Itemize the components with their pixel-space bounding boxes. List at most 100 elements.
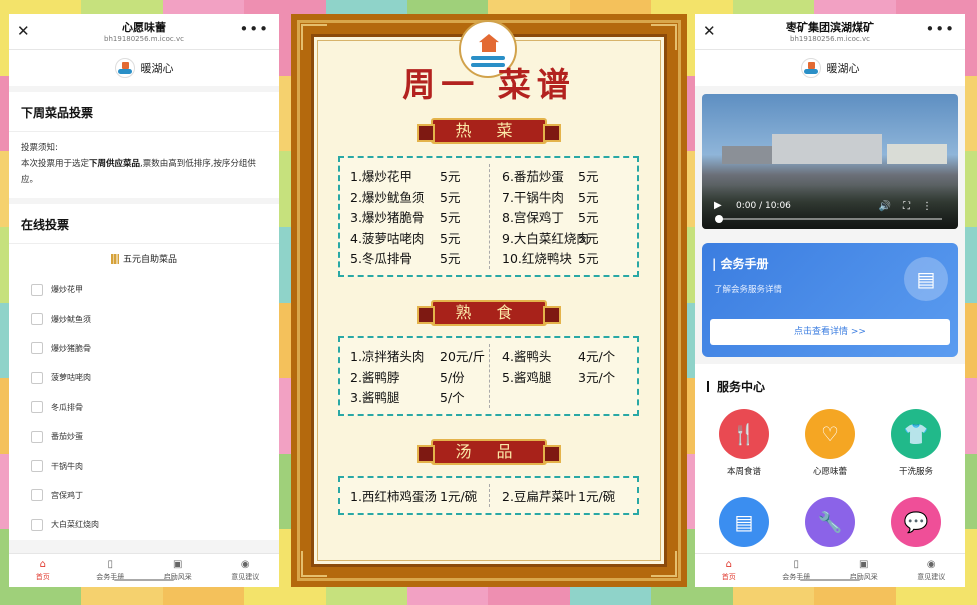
checkbox[interactable] bbox=[31, 342, 43, 355]
tab-0[interactable]: ⌂ 首页 bbox=[9, 554, 77, 587]
tab-icon: ▯ bbox=[107, 558, 113, 570]
vote-option[interactable]: 爆炒花甲 bbox=[9, 275, 279, 304]
section-banner: 汤 品 bbox=[417, 439, 561, 465]
dish-name: 2.酱鸭脖 bbox=[350, 369, 400, 385]
tab-3[interactable]: ◉ 意见建议 bbox=[898, 554, 966, 587]
dish-item: 7.干锅牛肉 5元 bbox=[502, 187, 598, 206]
notice-text: 本次投票用于选定下周供应菜品,票数由高到低排序,按序分组供应。 bbox=[21, 159, 256, 185]
dish-name: 6.番茄炒蛋 bbox=[502, 169, 564, 184]
right-top-bar: ✕ 枣矿集团滨湖煤矿 bh19180256.m.icoc.vc ••• bbox=[695, 14, 965, 50]
more-icon[interactable]: ••• bbox=[925, 21, 955, 37]
handbook-title: | 会务手册 bbox=[712, 257, 769, 271]
dish-item: 3.爆炒猪脆骨 5元 bbox=[350, 207, 460, 226]
dish-item: 10.红烧鸭块 5元 bbox=[502, 248, 598, 267]
vote-option[interactable]: 菠萝咕咾肉 bbox=[9, 363, 279, 392]
checkbox[interactable] bbox=[31, 460, 43, 473]
tab-icon: ▣ bbox=[173, 558, 183, 570]
video-progress-bar[interactable] bbox=[715, 215, 942, 223]
dish-name: 5.冬瓜排骨 bbox=[350, 251, 412, 266]
vote-notice: 投票须知: 本次投票用于选定下周供应菜品,票数由高到低排序,按序分组供应。 bbox=[9, 131, 279, 198]
tab-icon: ◉ bbox=[240, 558, 250, 570]
dish-item: 5.酱鸡腿 3元/个 bbox=[502, 367, 615, 386]
dish-price: 5元 bbox=[578, 230, 599, 246]
video-control-icons[interactable]: 🔊⛶⋮ bbox=[879, 201, 944, 212]
service-item[interactable]: ♡ 心愿味蕾 bbox=[787, 409, 873, 487]
service-icon: ♡ bbox=[805, 409, 855, 459]
brand-logo-icon bbox=[114, 58, 135, 78]
section-box: 1.凉拌猪头肉 20元/斤 2.酱鸭脖 5/份 3.酱鸭腿 5/个 4.酱鸭头 4元/个 5.酱… bbox=[338, 336, 639, 416]
dish-item: 5.冬瓜排骨 5元 bbox=[350, 248, 460, 267]
service-item[interactable]: 🍴 本周食谱 bbox=[701, 409, 787, 487]
left-tab-bar: ⌂ 首页 ▯ 会务手册 ▣ 启励风采 ◉ 意见建议 bbox=[9, 553, 279, 587]
dish-price: 5元 bbox=[578, 189, 599, 205]
dish-price: 5元 bbox=[440, 230, 461, 246]
more-icon[interactable]: ••• bbox=[239, 21, 269, 37]
dish-item: 1.凉拌猪头肉 20元/斤 bbox=[350, 346, 485, 365]
dish-name: 2.豆扁芹菜叶 bbox=[502, 489, 577, 504]
dish-item: 2.酱鸭脖 5/份 bbox=[350, 367, 465, 386]
section-banner: 熟 食 bbox=[417, 300, 561, 326]
section-title: 下周菜品投票 bbox=[21, 106, 94, 120]
home-indicator bbox=[114, 579, 174, 581]
vote-title: 在线投票 bbox=[9, 204, 279, 244]
notice-label: 投票须知: bbox=[21, 143, 58, 153]
dish-name: 9.大白菜红烧肉 bbox=[502, 230, 589, 246]
tab-3[interactable]: ◉ 意见建议 bbox=[212, 554, 280, 587]
checkbox[interactable] bbox=[31, 489, 43, 502]
tab-2[interactable]: ▣ 启励风采 bbox=[144, 554, 212, 587]
vote-option[interactable]: 番茄炒蛋 bbox=[9, 422, 279, 451]
vote-option[interactable]: 大白菜红烧肉 bbox=[9, 510, 279, 539]
service-item[interactable]: 👕 干洗服务 bbox=[873, 409, 959, 487]
vote-info-card: 下周菜品投票 投票须知: 本次投票用于选定下周供应菜品,票数由高到低排序,按序分… bbox=[9, 92, 279, 198]
service-icon: 🔧 bbox=[805, 497, 855, 547]
dish-price: 1元/碗 bbox=[440, 489, 478, 504]
checkbox[interactable] bbox=[31, 401, 43, 414]
dish-item: 2.豆扁芹菜叶 1元/碗 bbox=[502, 486, 615, 505]
dish-name: 5.酱鸡腿 bbox=[502, 369, 552, 385]
vote-phone-screen: ✕ 心愿味蕾 bh19180256.m.icoc.vc ••• 暖湖心 下周菜品… bbox=[9, 14, 279, 587]
tab-label: 意见建议 bbox=[231, 572, 260, 581]
dish-price: 5元 bbox=[440, 210, 461, 225]
checkbox[interactable] bbox=[31, 518, 43, 531]
tab-1[interactable]: ▯ 会务手册 bbox=[763, 554, 831, 587]
checkbox[interactable] bbox=[31, 371, 43, 384]
video-player[interactable]: ▶ 0:00 / 10:06 🔊⛶⋮ bbox=[702, 94, 958, 229]
vote-option[interactable]: 爆炒鱿鱼须 bbox=[9, 304, 279, 333]
vote-option-label: 爆炒猪脆骨 bbox=[51, 343, 91, 353]
dish-name: 7.干锅牛肉 bbox=[502, 189, 564, 205]
tab-2[interactable]: ▣ 启励风采 bbox=[830, 554, 898, 587]
vote-option[interactable]: 冬瓜排骨 bbox=[9, 393, 279, 422]
dish-price: 3元/个 bbox=[578, 369, 616, 385]
checkbox[interactable] bbox=[31, 313, 43, 326]
group-title: 五元自助菜品 bbox=[9, 244, 279, 275]
tab-0[interactable]: ⌂ 首页 bbox=[695, 554, 763, 587]
checkbox[interactable] bbox=[31, 430, 43, 443]
vote-option[interactable]: 干锅牛肉 bbox=[9, 451, 279, 480]
dish-price: 4元/个 bbox=[578, 349, 616, 364]
brand-name: 暖湖心 bbox=[826, 62, 860, 75]
checkbox[interactable] bbox=[31, 283, 43, 296]
tab-1[interactable]: ▯ 会务手册 bbox=[77, 554, 145, 587]
tab-label: 首页 bbox=[35, 572, 50, 581]
vote-option-label: 宫保鸡丁 bbox=[51, 490, 83, 500]
dish-price: 5/份 bbox=[440, 369, 465, 385]
dish-name: 2.爆炒鱿鱼须 bbox=[350, 189, 425, 205]
dish-name: 1.西红柿鸡蛋汤 bbox=[350, 489, 437, 504]
section-box: 1.西红柿鸡蛋汤 1元/碗 2.豆扁芹菜叶 1元/碗 bbox=[338, 476, 639, 515]
dish-price: 1元/碗 bbox=[578, 489, 616, 504]
play-icon[interactable]: ▶ bbox=[714, 200, 722, 211]
vote-option-label: 冬瓜排骨 bbox=[51, 402, 83, 412]
dish-price: 5/个 bbox=[440, 390, 465, 405]
vote-option[interactable]: 爆炒猪脆骨 bbox=[9, 334, 279, 363]
vote-option-label: 干锅牛肉 bbox=[51, 461, 83, 471]
tab-icon: ▯ bbox=[793, 558, 799, 570]
progress-handle[interactable] bbox=[715, 215, 723, 223]
brand-row: 暖湖心 bbox=[9, 50, 279, 86]
home-phone-screen: ✕ 枣矿集团滨湖煤矿 bh19180256.m.icoc.vc ••• 暖湖心 … bbox=[695, 14, 965, 587]
view-details-button[interactable]: 点击查看详情 >> bbox=[710, 319, 950, 345]
dish-item: 1.西红柿鸡蛋汤 1元/碗 bbox=[350, 486, 477, 505]
dish-item: 6.番茄炒蛋 5元 bbox=[502, 166, 598, 185]
vote-option[interactable]: 宫保鸡丁 bbox=[9, 481, 279, 510]
dish-item: 1.爆炒花甲 5元 bbox=[350, 166, 460, 185]
dish-price: 5元 bbox=[578, 251, 599, 266]
